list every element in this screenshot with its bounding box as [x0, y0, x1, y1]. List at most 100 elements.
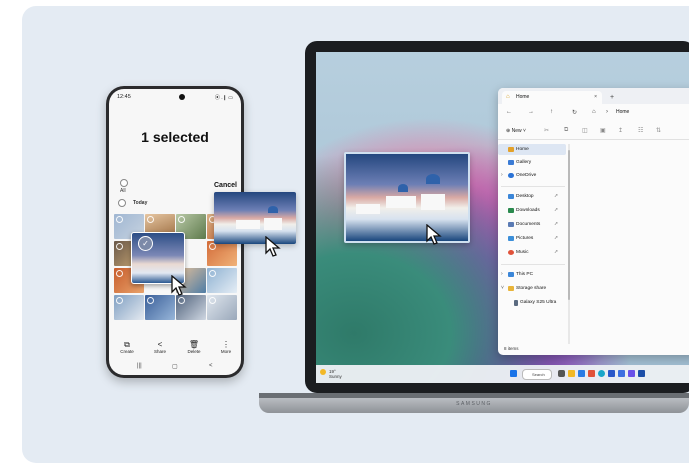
tab-label: Home: [516, 94, 530, 100]
copy-icon[interactable]: ⧉: [564, 127, 568, 134]
chevron-right-icon[interactable]: ›: [501, 269, 503, 280]
share-icon[interactable]: ↥: [618, 127, 623, 134]
sidebar-scrollbar[interactable]: [568, 144, 570, 344]
pin-icon[interactable]: ➚: [554, 219, 558, 230]
new-button[interactable]: ⊕ New ˅: [506, 128, 526, 134]
delete-button[interactable]: 🗑 Delete: [181, 340, 207, 354]
select-today-checkbox[interactable]: [118, 199, 126, 207]
rename-icon[interactable]: ▣: [600, 127, 606, 134]
back-button[interactable]: ←: [506, 109, 512, 115]
share-button[interactable]: < Share: [147, 340, 173, 354]
file-explorer-window[interactable]: ⌂ Home × + ← → ↑ ↻ ⌂ › Home ⊕ New ˅ ✂ ⧉ …: [498, 88, 689, 355]
app-icon[interactable]: [618, 370, 625, 377]
recents-icon[interactable]: |||: [137, 363, 142, 369]
sidebar-item-label: Pictures: [516, 236, 534, 241]
chevron-right-icon: ›: [606, 109, 608, 115]
app-icon[interactable]: [628, 370, 635, 377]
task-view-icon[interactable]: [558, 370, 565, 377]
back-icon[interactable]: <: [209, 363, 213, 369]
share-icon: <: [157, 340, 163, 349]
sidebar-item-downloads[interactable]: Downloads ➚: [498, 205, 566, 216]
checkbox[interactable]: [209, 243, 216, 250]
forward-button[interactable]: →: [528, 109, 534, 115]
pin-icon[interactable]: ➚: [554, 205, 558, 216]
edge-icon[interactable]: [598, 370, 605, 377]
phone-icon: [514, 300, 518, 306]
download-icon: [508, 208, 514, 213]
app-icon[interactable]: [608, 370, 615, 377]
cut-icon[interactable]: ✂: [544, 127, 549, 134]
sort-icon[interactable]: ⇅: [656, 127, 661, 134]
command-bar: ⊕ New ˅ ✂ ⧉ ◫ ▣ ↥ ☷ ⇅: [498, 125, 689, 140]
sidebar-item-pictures[interactable]: Pictures ➚: [498, 233, 566, 244]
pin-icon[interactable]: ➚: [554, 191, 558, 202]
refresh-button[interactable]: ↻: [572, 109, 577, 116]
status-bar: 12:45 ⦿ .❙ ▭: [117, 94, 233, 103]
create-button[interactable]: ⧉ Create: [114, 340, 140, 354]
sidebar-item-this-pc[interactable]: › This PC: [498, 269, 566, 280]
sidebar-item-label: Desktop: [516, 194, 534, 199]
taskbar-search[interactable]: Search: [522, 369, 552, 380]
pin-icon[interactable]: ➚: [554, 247, 558, 258]
start-icon[interactable]: [510, 370, 517, 377]
photo-thumbnail[interactable]: [207, 241, 237, 266]
pin-icon[interactable]: ➚: [554, 233, 558, 244]
checkbox[interactable]: [116, 216, 123, 223]
checkbox[interactable]: [178, 297, 185, 304]
sidebar-item-label: Storage share: [516, 286, 547, 291]
chevron-down-icon[interactable]: ˅: [501, 283, 504, 294]
checkbox[interactable]: [209, 297, 216, 304]
sidebar-item-label: Documents: [516, 222, 541, 227]
chevron-right-icon[interactable]: ›: [501, 170, 503, 181]
photo-thumbnail[interactable]: [176, 295, 206, 320]
sidebar-item-home[interactable]: Home: [498, 144, 566, 155]
sidebar-item-music[interactable]: Music ➚: [498, 247, 566, 258]
create-icon: ⧉: [124, 340, 130, 349]
mouse-cursor-icon: [265, 236, 281, 257]
checkbox[interactable]: [147, 297, 154, 304]
checkbox[interactable]: [178, 216, 185, 223]
checkbox[interactable]: [209, 270, 216, 277]
paste-icon[interactable]: ◫: [582, 127, 588, 134]
checkbox[interactable]: [147, 216, 154, 223]
divider: [501, 186, 565, 187]
dragged-photo-desktop[interactable]: [344, 152, 470, 243]
new-tab-button[interactable]: +: [610, 91, 614, 104]
photo-thumbnail[interactable]: [145, 295, 175, 320]
store-icon[interactable]: [578, 370, 585, 377]
weather-widget[interactable]: 19° Sunny: [329, 369, 342, 379]
check-icon[interactable]: ✓: [138, 236, 153, 251]
checkbox[interactable]: [116, 243, 123, 250]
photo-thumbnail[interactable]: [207, 295, 237, 320]
checkbox[interactable]: [116, 297, 123, 304]
photo-thumbnail[interactable]: [114, 295, 144, 320]
close-tab-icon[interactable]: ×: [594, 91, 597, 104]
more-button[interactable]: ⋮ More: [213, 340, 239, 354]
up-button[interactable]: ↑: [550, 109, 553, 115]
app-icon[interactable]: [638, 370, 645, 377]
photo-thumbnail[interactable]: [207, 268, 237, 293]
sidebar-item-storage-share[interactable]: ˅ Storage share: [498, 283, 566, 294]
sidebar-item-label: Home: [516, 147, 529, 152]
tab-home[interactable]: ⌂ Home ×: [502, 91, 602, 104]
sidebar-item-onedrive[interactable]: › OneDrive: [498, 170, 566, 181]
breadcrumb[interactable]: Home: [616, 109, 629, 115]
sidebar-item-label: This PC: [516, 272, 534, 277]
home-button-icon[interactable]: ▢: [172, 363, 178, 370]
sidebar-item-documents[interactable]: Documents ➚: [498, 219, 566, 230]
sidebar-item-gallery[interactable]: Gallery: [498, 157, 566, 168]
dragged-photo[interactable]: [214, 192, 296, 244]
computer-icon: [508, 272, 514, 277]
cancel-button[interactable]: Cancel: [214, 182, 237, 189]
delete-icon[interactable]: ☷: [638, 127, 643, 134]
select-all-checkbox[interactable]: [120, 179, 128, 187]
section-today: Today: [133, 200, 148, 206]
selection-title: 1 selected: [141, 129, 209, 145]
sidebar-item-galaxy[interactable]: Galaxy S25 Ultra: [498, 297, 566, 308]
file-explorer-icon[interactable]: [568, 370, 575, 377]
status-bar: 8 items: [504, 346, 519, 351]
home-nav-button[interactable]: ⌂: [592, 109, 596, 115]
app-icon[interactable]: [588, 370, 595, 377]
sidebar-item-desktop[interactable]: Desktop ➚: [498, 191, 566, 202]
checkbox[interactable]: [116, 270, 123, 277]
